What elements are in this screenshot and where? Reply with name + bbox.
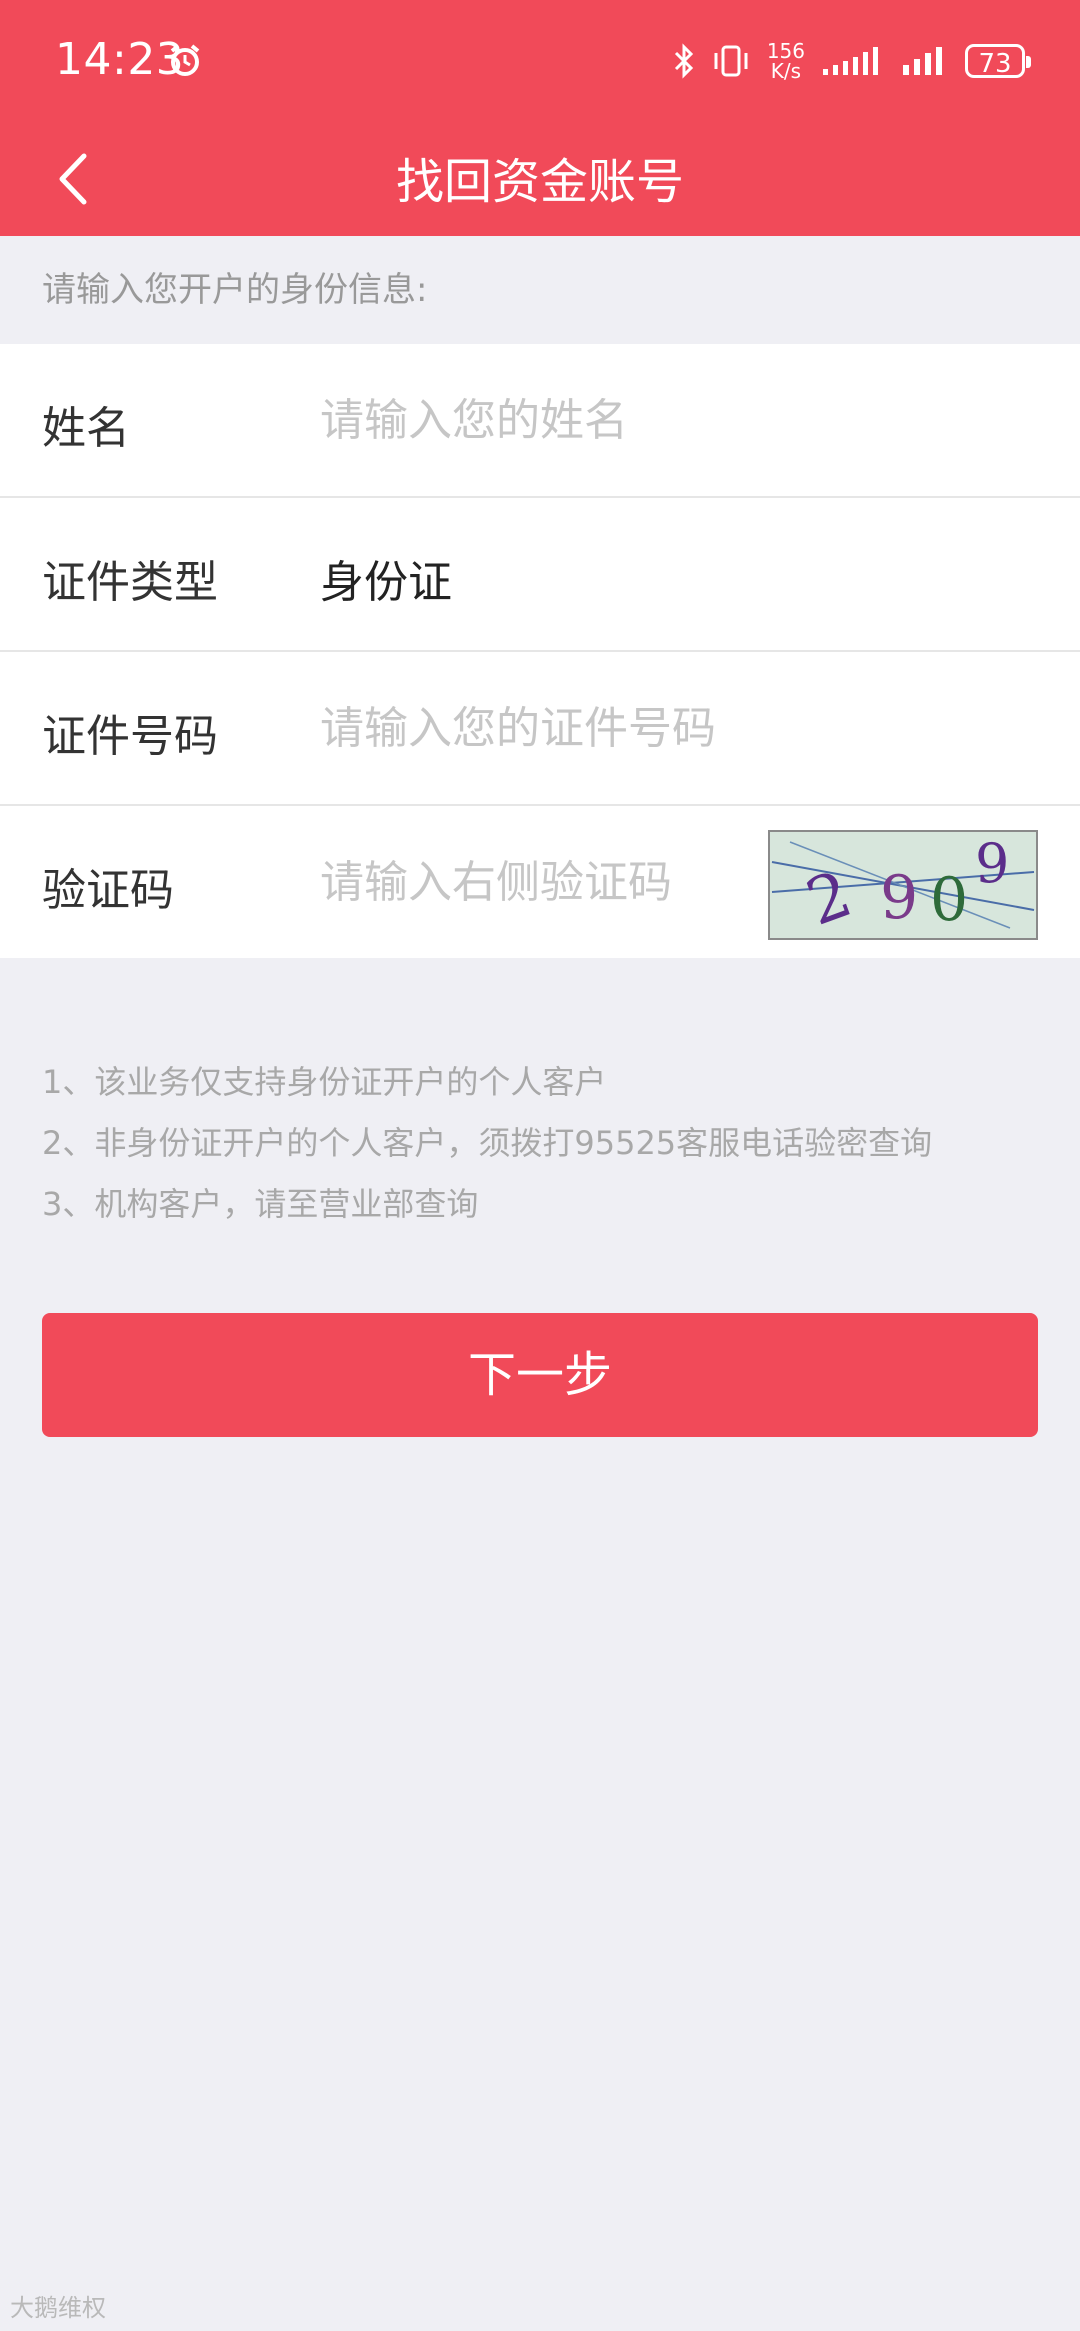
alarm-icon	[170, 44, 200, 76]
network-speed-unit: K/s	[770, 59, 802, 83]
captcha-image[interactable]: 2 9 0 9	[768, 830, 1038, 941]
id-type-row[interactable]: 证件类型 身份证	[0, 498, 1080, 652]
name-label: 姓名	[42, 403, 130, 454]
name-row: 姓名	[0, 344, 1080, 498]
captcha-char-4: 9	[975, 832, 1009, 895]
id-number-label: 证件号码	[42, 711, 218, 762]
vibrate-icon	[714, 45, 748, 77]
battery-indicator: 73	[965, 44, 1031, 79]
network-speed: 156 K/s	[767, 41, 805, 81]
captcha-input[interactable]	[320, 844, 740, 920]
bluetooth-icon	[674, 43, 693, 79]
status-time: 14:23	[55, 34, 185, 85]
id-number-input[interactable]	[320, 690, 880, 766]
captcha-graphic: 2 9 0 9	[771, 832, 1035, 941]
form-hint: 请输入您开户的身份信息:	[42, 270, 428, 310]
id-number-row: 证件号码	[0, 652, 1080, 806]
signal-icon-1	[823, 47, 878, 75]
identity-form: 姓名 证件类型 身份证 证件号码 验证码 2 9 0 9	[0, 344, 1080, 958]
notes-list: 1、该业务仅支持身份证开户的个人客户 2、非身份证开户的个人客户，须拨打9552…	[42, 1052, 932, 1235]
id-type-label: 证件类型	[42, 557, 218, 608]
captcha-char-1: 2	[798, 857, 862, 938]
page-title: 找回资金账号	[395, 154, 684, 210]
note-item: 3、机构客户，请至营业部查询	[42, 1185, 479, 1223]
app-header: 14:23 156 K/s 73 找回资金账号	[0, 0, 1080, 236]
name-input[interactable]	[320, 382, 880, 458]
next-step-button[interactable]: 下一步	[42, 1313, 1038, 1437]
id-type-value[interactable]: 身份证	[320, 546, 452, 610]
captcha-row: 验证码 2 9 0 9	[0, 806, 1080, 958]
network-speed-value: 156	[766, 39, 805, 63]
note-item: 1、该业务仅支持身份证开户的个人客户	[42, 1063, 607, 1101]
captcha-char-2: 9	[880, 863, 918, 933]
status-icons: 156 K/s 73	[673, 36, 1031, 86]
signal-icon-2	[903, 47, 942, 75]
note-item: 2、非身份证开户的个人客户，须拨打95525客服电话验密查询	[42, 1124, 933, 1162]
captcha-label: 验证码	[42, 865, 174, 916]
watermark-logo: 大鹅维权	[10, 2294, 106, 2322]
status-bar: 14:23 156 K/s 73	[0, 0, 1080, 124]
captcha-char-3: 0	[930, 865, 968, 935]
nav-bar: 找回资金账号	[0, 124, 1080, 236]
